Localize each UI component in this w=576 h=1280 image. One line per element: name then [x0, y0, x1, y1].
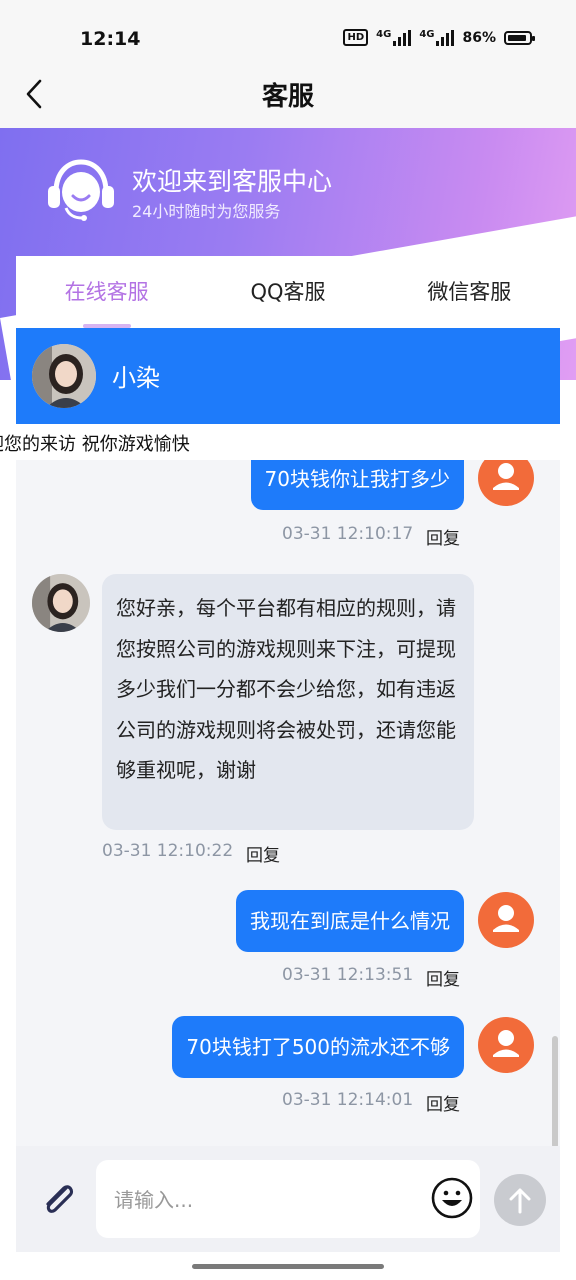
user-avatar: [478, 460, 534, 506]
message-time: 03-31 12:14:01: [282, 1090, 414, 1110]
user-message-bubble: 70块钱你让我打多少: [250, 460, 464, 510]
battery-icon: [504, 30, 535, 45]
agent-avatar: [32, 344, 96, 408]
hd-badge: HD: [343, 29, 369, 46]
agent-portrait-icon: [32, 574, 90, 632]
emoji-button[interactable]: [430, 1176, 474, 1220]
agent-message-bubble: 您好亲，每个平台都有相应的规则，请您按照公司的游戏规则来下注，可提现多少我们一分…: [102, 574, 474, 830]
nav-bar: 客服: [0, 60, 576, 128]
agent-avatar-small: [32, 574, 90, 632]
reply-button[interactable]: 回复: [426, 1090, 460, 1115]
tab-wechat-service[interactable]: 微信客服: [379, 256, 560, 328]
user-person-icon: [493, 905, 519, 932]
service-tabs: 在线客服 QQ客服 微信客服: [16, 256, 560, 328]
message-time: 03-31 12:10:17: [282, 524, 414, 544]
chat-area[interactable]: 70块钱你让我打多少 03-31 12:10:17 回复 您好亲，每个平台都有相…: [16, 460, 560, 1146]
send-button[interactable]: [494, 1174, 546, 1226]
message-input-box: [96, 1160, 480, 1238]
banner-title: 欢迎来到客服中心: [132, 167, 333, 196]
reply-button[interactable]: 回复: [426, 524, 460, 549]
marquee-text: 迎您的来访 祝你游戏愉快: [0, 434, 190, 455]
tab-qq-service[interactable]: QQ客服: [197, 256, 378, 328]
message-time: 03-31 12:13:51: [282, 965, 414, 985]
signal-icon-2: [436, 29, 455, 46]
arrow-up-icon: [509, 1188, 531, 1214]
smiley-icon: [431, 1177, 473, 1219]
reply-button[interactable]: 回复: [426, 965, 460, 990]
agent-name: 小染: [112, 364, 160, 392]
status-icons: HD 4G 4G 86%: [343, 29, 535, 46]
status-bar: 12:14 HD 4G 4G 86%: [0, 0, 576, 60]
user-avatar: [478, 1017, 534, 1073]
banner-subtitle: 24小时随时为您服务: [132, 202, 281, 221]
message-time: 03-31 12:10:22: [102, 841, 234, 861]
status-time: 12:14: [80, 28, 141, 50]
user-message-bubble: 我现在到底是什么情况: [236, 890, 464, 952]
signal-icon: [393, 29, 412, 46]
reply-button[interactable]: 回复: [246, 841, 280, 866]
user-avatar: [478, 892, 534, 948]
home-indicator: [192, 1264, 384, 1269]
tab-online-service[interactable]: 在线客服: [16, 256, 197, 328]
headset-agent-icon: [48, 159, 114, 221]
attach-button[interactable]: [36, 1176, 80, 1220]
paperclip-icon: [46, 1185, 74, 1213]
chat-scrollbar[interactable]: [552, 1036, 558, 1146]
battery-percent: 86%: [462, 29, 496, 46]
welcome-marquee: 迎您的来访 祝你游戏愉快: [0, 424, 576, 460]
user-person-icon: [493, 463, 519, 490]
user-person-icon: [493, 1030, 519, 1057]
agent-header: 小染: [16, 328, 560, 424]
message-input[interactable]: [114, 1186, 404, 1214]
network-label-1: 4G: [376, 29, 392, 40]
user-message-bubble: 70块钱打了500的流水还不够: [172, 1016, 464, 1078]
composer-bar: [16, 1146, 560, 1252]
agent-portrait-icon: [32, 344, 96, 408]
page-title: 客服: [261, 82, 314, 112]
network-label-2: 4G: [419, 29, 435, 40]
